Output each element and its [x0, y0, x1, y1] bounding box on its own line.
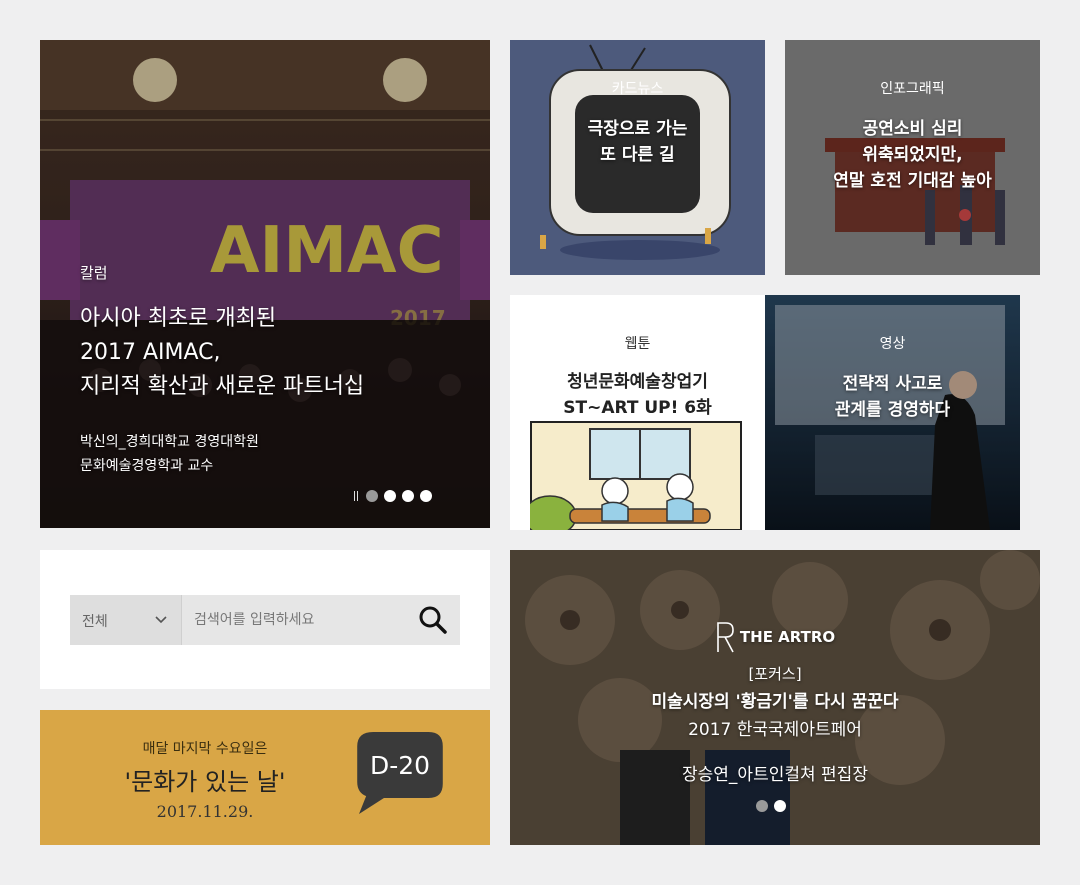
artro-title[interactable]: 미술시장의 '황금기'를 다시 꿈꾼다 — [510, 687, 1040, 712]
webtoon-title[interactable]: 청년문화예술창업기 ST~ART UP! 6화 — [510, 369, 765, 421]
hero-slide-indicator — [354, 489, 432, 503]
infographic-title[interactable]: 공연소비 심리 위축되었지만, 연말 호전 기대감 높아 — [785, 116, 1040, 194]
hero-feature-column[interactable]: AIMAC 2017 칼럼 아시아 최초로 개최된 2017 AIMAC, 지리… — [40, 40, 490, 528]
culture-day-pre: 매달 마지막 수요일은 — [142, 741, 268, 757]
culture-day-banner[interactable]: 매달 마지막 수요일은 '문화가 있는 날' 2017.11.29. D-20 — [40, 710, 490, 845]
webtoon-illustration — [530, 421, 742, 530]
dday-count: D-20 — [370, 751, 430, 780]
webtoon-category: 웹툰 — [624, 336, 651, 352]
search-box: 전체 — [70, 595, 460, 645]
slide-dot[interactable] — [366, 490, 378, 502]
video-title[interactable]: 전략적 사고로 관계를 경영하다 — [765, 371, 1020, 423]
dday-bubble: D-20 — [357, 732, 443, 814]
webtoon-tile[interactable]: 웹툰 청년문화예술창업기 ST~ART UP! 6화 — [510, 295, 765, 530]
artro-subtitle: 2017 한국국제아트페어 — [688, 720, 862, 740]
slide-dot[interactable] — [402, 490, 414, 502]
infographic-tile[interactable]: 인포그래픽 공연소비 심리 위축되었지만, 연말 호전 기대감 높아 — [785, 40, 1040, 275]
hero-author: 박신의_경희대학교 경영대학원 문화예술경영학과 교수 — [80, 434, 259, 474]
slide-dot[interactable] — [420, 490, 432, 502]
search-icon — [419, 606, 447, 634]
artro-feature-tile[interactable]: THE ARTRO [포커스] 미술시장의 '황금기'를 다시 꿈꾼다 2017… — [510, 550, 1040, 845]
video-tile[interactable]: 영상 전략적 사고로 관계를 경영하다 — [765, 295, 1020, 530]
culture-day-date: 2017.11.29. — [156, 802, 254, 821]
culture-day-title: '문화가 있는 날' — [124, 768, 286, 796]
chevron-down-icon — [154, 610, 168, 632]
slide-dot[interactable] — [774, 800, 786, 812]
slide-dot[interactable] — [384, 490, 396, 502]
pause-icon[interactable] — [354, 491, 358, 501]
card-news-tile[interactable]: 카드뉴스 극장으로 가는 또 다른 길 — [510, 40, 765, 275]
card-news-title[interactable]: 극장으로 가는 또 다른 길 — [510, 116, 765, 168]
artro-logo-icon — [717, 622, 734, 653]
artro-slide-indicator — [756, 800, 786, 812]
artro-author: 장승연_아트인컬쳐 편집장 — [682, 765, 868, 785]
infographic-category: 인포그래픽 — [880, 81, 945, 97]
hero-title[interactable]: 아시아 최초로 개최된 2017 AIMAC, 지리적 확산과 새로운 파트너십 — [80, 302, 480, 404]
artro-logo: THE ARTRO — [739, 628, 836, 646]
search-input[interactable] — [194, 605, 404, 635]
artro-category: [포커스] — [748, 665, 802, 683]
video-category: 영상 — [879, 336, 906, 352]
search-category-select[interactable]: 전체 — [70, 595, 182, 645]
card-news-category: 카드뉴스 — [611, 81, 664, 97]
slide-dot[interactable] — [756, 800, 768, 812]
search-category-value: 전체 — [82, 614, 108, 630]
search-button[interactable] — [416, 603, 450, 637]
search-panel: 전체 — [40, 550, 490, 689]
hero-category: 칼럼 — [80, 264, 108, 282]
